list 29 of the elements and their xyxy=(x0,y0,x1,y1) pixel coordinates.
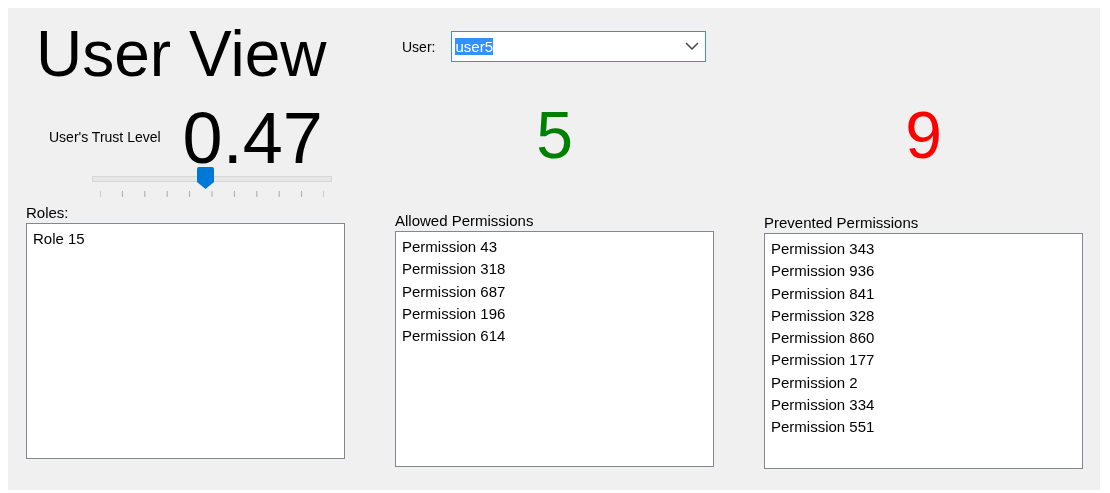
list-item[interactable]: Permission 936 xyxy=(771,260,875,283)
chevron-down-icon xyxy=(685,42,700,51)
list-item[interactable]: Permission 196 xyxy=(402,302,506,326)
prevented-count: 9 xyxy=(905,102,942,168)
allowed-count: 5 xyxy=(536,102,573,168)
list-label: Prevented Permissions xyxy=(764,214,919,231)
list-box[interactable]: Role 15 xyxy=(26,223,345,459)
list-item[interactable]: Permission 318 xyxy=(402,258,506,281)
list-box[interactable]: Permission 343 Permission 936 Permission 841 Permission 328 Permission 860 Permission 177 Permission 2 Permission 334 Permission 551 xyxy=(764,233,1083,469)
list-item[interactable]: Permission 860 xyxy=(771,327,875,350)
user-label: User: xyxy=(402,38,436,55)
list-label: Allowed Permissions xyxy=(395,212,534,229)
list-item[interactable]: Role 15 xyxy=(33,228,85,251)
list-item[interactable]: Permission 687 xyxy=(402,280,506,303)
list-item[interactable]: Permission 43 xyxy=(402,236,498,259)
list-item[interactable]: Permission 177 xyxy=(771,349,875,372)
trust-level-label: User's Trust Level xyxy=(49,129,161,145)
list-item[interactable]: Permission 551 xyxy=(771,416,875,439)
list-item[interactable]: Permission 334 xyxy=(771,394,875,417)
list-label: Roles: xyxy=(26,204,69,221)
trust-level-value: 0.47 xyxy=(182,102,323,174)
list-item[interactable]: Permission 614 xyxy=(402,325,506,348)
list-item[interactable]: Permission 328 xyxy=(771,304,875,328)
list-item[interactable]: Permission 841 xyxy=(771,282,875,305)
slider-thumb[interactable] xyxy=(196,167,214,189)
list-item[interactable]: Permission 343 xyxy=(771,238,875,261)
list-item[interactable]: Permission 2 xyxy=(771,371,858,395)
list-box[interactable]: Permission 43 Permission 318 Permission 687 Permission 196 Permission 614 xyxy=(395,231,714,467)
window-title: User View xyxy=(36,22,327,92)
